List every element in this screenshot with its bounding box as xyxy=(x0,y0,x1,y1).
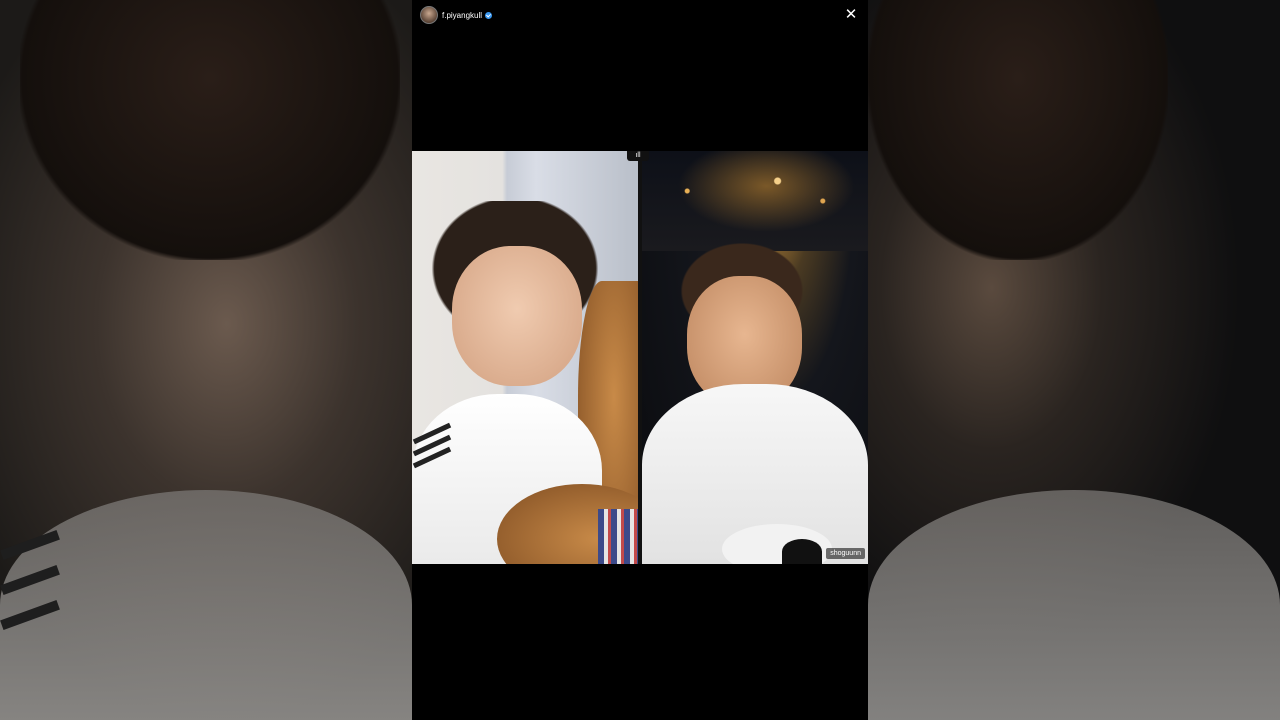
audio-indicator-icon: ıll xyxy=(627,151,649,161)
backdrop-shirt xyxy=(0,490,412,720)
blurred-backdrop-right xyxy=(868,0,1280,720)
close-button[interactable]: ✕ xyxy=(842,6,860,24)
backdrop-shirt xyxy=(868,490,1280,720)
live-view: f.piyangkull ✕ shoguunn ıll xyxy=(412,0,868,720)
blurred-backdrop-left xyxy=(0,0,412,720)
verified-icon xyxy=(485,11,493,19)
host-video-pane xyxy=(412,151,638,564)
host-face xyxy=(452,246,582,386)
backdrop-hair xyxy=(20,0,400,260)
live-header: f.piyangkull ✕ xyxy=(420,4,860,26)
pillow-dark xyxy=(782,539,822,564)
host-username[interactable]: f.piyangkull xyxy=(442,11,482,20)
guest-video-pane: shoguunn xyxy=(642,151,868,564)
guest-username-tag[interactable]: shoguunn xyxy=(826,548,865,559)
plaid-cloth xyxy=(598,509,638,564)
backdrop-hair xyxy=(868,0,1168,260)
avatar-icon[interactable] xyxy=(420,6,438,24)
split-screen: shoguunn ıll xyxy=(412,151,868,564)
